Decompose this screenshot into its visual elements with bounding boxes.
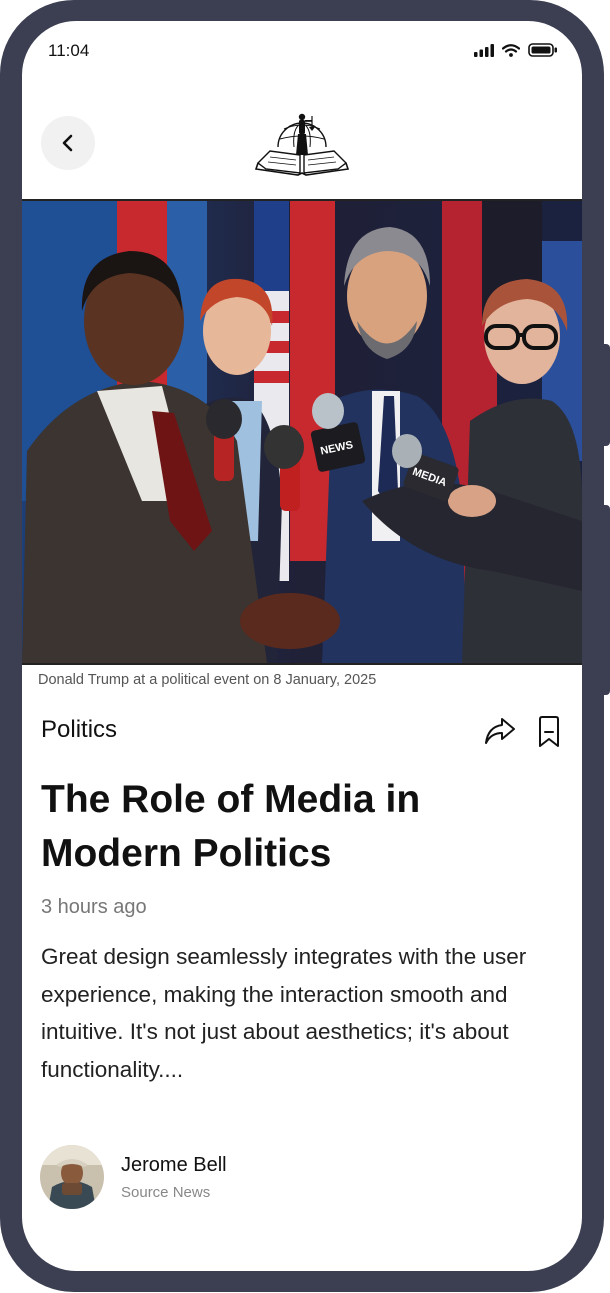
article-time-ago: 3 hours ago bbox=[41, 896, 147, 918]
status-bar: 11:04 bbox=[22, 21, 582, 81]
share-icon[interactable] bbox=[483, 715, 517, 747]
signal-icon bbox=[474, 43, 494, 57]
article-title-line-1: The Role of Media in bbox=[41, 778, 421, 821]
author-avatar[interactable] bbox=[40, 1145, 104, 1209]
author-source: Source News bbox=[121, 1184, 211, 1201]
side-button-lower bbox=[601, 505, 610, 695]
app-screen: 11:04 NEWS MEDIA Donald Trump at a polit… bbox=[22, 21, 582, 1271]
status-time: 11:04 bbox=[48, 41, 90, 60]
article-title-line-2: Modern Politics bbox=[41, 832, 332, 875]
author-name[interactable]: Jerome Bell bbox=[121, 1154, 227, 1177]
image-caption: Donald Trump at a political event on 8 J… bbox=[38, 672, 377, 688]
article-title[interactable]: The Role of Media in Modern Politics bbox=[41, 773, 561, 881]
author-photo bbox=[40, 1145, 104, 1209]
article-category[interactable]: Politics bbox=[41, 716, 117, 744]
status-icons bbox=[474, 43, 558, 57]
bookmark-icon[interactable] bbox=[534, 715, 564, 749]
side-button-upper bbox=[601, 344, 610, 446]
back-button[interactable] bbox=[41, 116, 95, 170]
article-excerpt: Great design seamlessly integrates with … bbox=[41, 944, 527, 1082]
hero-image[interactable]: NEWS MEDIA bbox=[22, 199, 582, 665]
chevron-left-icon bbox=[62, 134, 73, 152]
battery-icon bbox=[528, 43, 557, 57]
press-conference-photo: NEWS MEDIA bbox=[22, 201, 582, 663]
wifi-icon bbox=[502, 43, 520, 57]
publication-logo bbox=[254, 113, 350, 176]
